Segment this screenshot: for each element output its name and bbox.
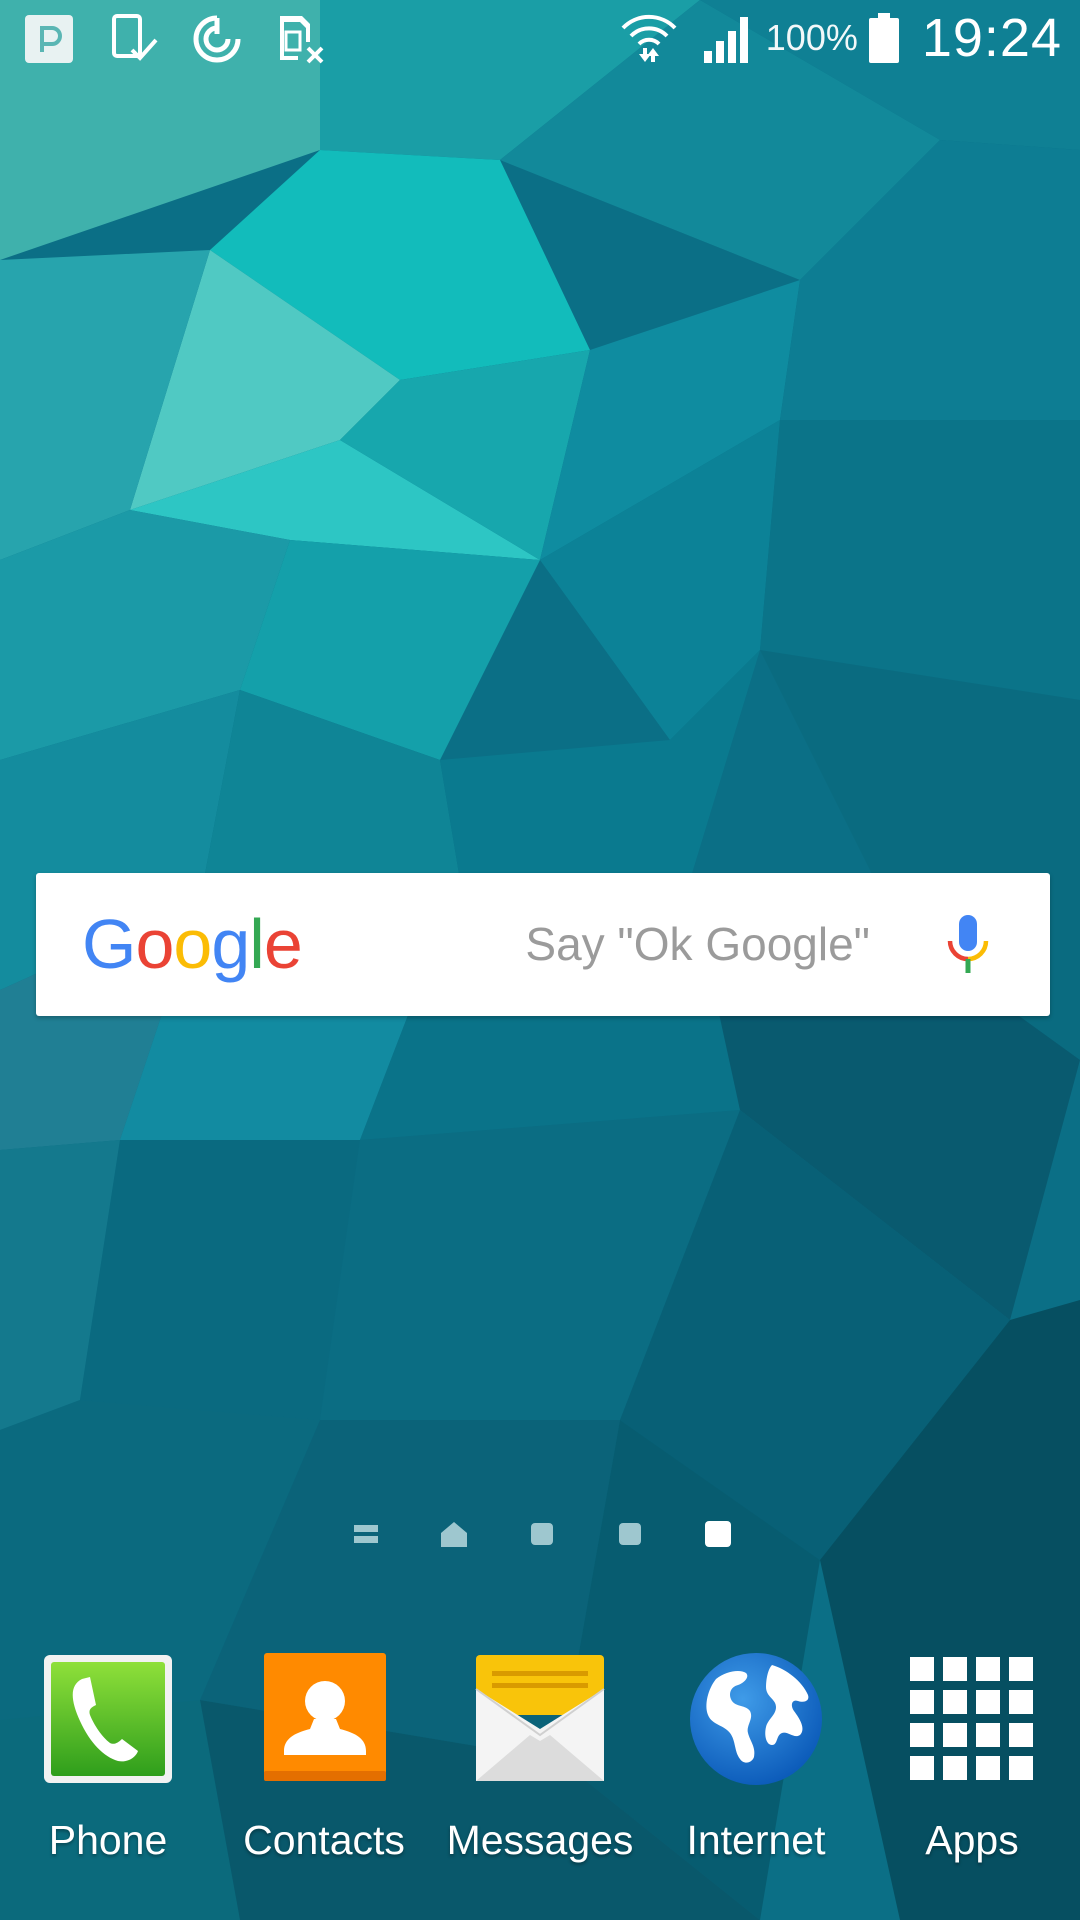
dock-item-apps[interactable]: Apps <box>867 1645 1077 1875</box>
page-indicator-icon[interactable] <box>528 1520 556 1548</box>
apps-grid-cell <box>976 1756 1000 1780</box>
dock-item-contacts[interactable]: Contacts <box>219 1645 429 1875</box>
dock-label: Internet <box>686 1817 826 1863</box>
dock-item-messages[interactable]: Messages <box>435 1645 645 1875</box>
pushbullet-icon[interactable] <box>22 12 76 66</box>
apps-grid-cell <box>943 1657 967 1681</box>
active-page-indicator-icon[interactable] <box>704 1520 732 1548</box>
apps-grid-cell <box>910 1723 934 1747</box>
search-hint: Say "Ok Google" <box>525 918 870 970</box>
sim-card-icon[interactable] <box>274 12 328 66</box>
google-logo-letter: o <box>135 905 174 983</box>
clock: 19:24 <box>921 8 1062 68</box>
apps-grid-cell <box>976 1690 1000 1714</box>
google-logo-letter: e <box>263 905 303 983</box>
apps-grid-cell <box>1009 1723 1033 1747</box>
battery-percent: 100% <box>765 17 858 58</box>
apps-grid-cell <box>1009 1657 1033 1681</box>
globe-icon[interactable] <box>686 1649 826 1789</box>
google-logo-letter: G <box>82 905 136 983</box>
page-indicators <box>352 1518 732 1550</box>
dock-item-internet[interactable]: Internet <box>651 1645 861 1875</box>
page-indicator-icon[interactable] <box>616 1520 644 1548</box>
phone-icon[interactable] <box>38 1649 178 1789</box>
apps-grid-cell <box>976 1723 1000 1747</box>
dock-item-phone[interactable]: Phone <box>3 1645 213 1875</box>
google-search-widget[interactable]: Google Say "Ok Google" <box>36 873 1050 1016</box>
battery-icon <box>868 13 899 63</box>
apps-grid-cell <box>943 1723 967 1747</box>
google-logo: Google <box>82 901 303 987</box>
apps-grid-cell <box>910 1657 934 1681</box>
apps-grid-cell <box>910 1690 934 1714</box>
apps-grid-cell <box>976 1657 1000 1681</box>
apps-grid-cell <box>1009 1756 1033 1780</box>
status-bar: 100% 19:24 <box>0 0 1080 78</box>
google-logo-letter: g <box>211 905 250 983</box>
contacts-icon[interactable] <box>254 1649 394 1789</box>
dock-label: Contacts <box>243 1817 405 1863</box>
sync-icon[interactable] <box>190 12 244 66</box>
google-logo-letter: o <box>173 905 212 983</box>
notification-icons <box>22 10 328 68</box>
apps-grid-cell <box>1009 1690 1033 1714</box>
apps-grid-cell <box>943 1690 967 1714</box>
mic-icon[interactable] <box>942 913 994 977</box>
screenshot-icon[interactable] <box>106 12 160 66</box>
menu-page-indicator-icon[interactable] <box>352 1520 380 1548</box>
dock-label: Apps <box>925 1817 1019 1863</box>
home-page-indicator-icon[interactable] <box>440 1520 468 1548</box>
dock-label: Messages <box>446 1817 634 1863</box>
signal-icon <box>703 17 748 63</box>
google-logo-letter: l <box>249 905 265 983</box>
wifi-icon <box>621 14 677 62</box>
apps-grid-icon[interactable] <box>902 1649 1042 1789</box>
apps-grid-cell <box>910 1756 934 1780</box>
apps-grid-cell <box>943 1756 967 1780</box>
system-status: 100% 19:24 <box>620 8 1062 68</box>
messages-icon[interactable] <box>470 1649 610 1789</box>
dock: Phone Contacts Messages Internet Apps <box>0 1645 1080 1875</box>
